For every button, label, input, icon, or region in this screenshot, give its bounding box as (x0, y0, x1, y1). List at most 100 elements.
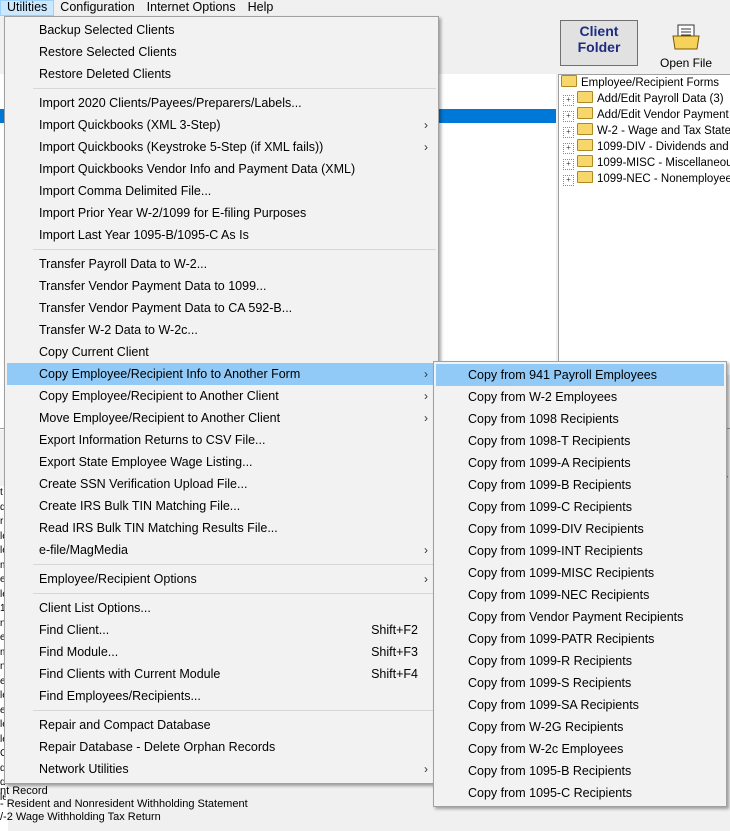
submenu-item-copy-from-1099-a-recipients[interactable]: Copy from 1099-A Recipients (436, 452, 724, 474)
menu-item-find-clients-with-current-module[interactable]: Find Clients with Current Module Shift+F4 (7, 663, 436, 685)
submenu-item-copy-from-1099-s-recipients[interactable]: Copy from 1099-S Recipients (436, 672, 724, 694)
tree-item[interactable]: +1099-NEC - Nonemployee C (563, 171, 730, 187)
menu-item-label: Network Utilities (39, 762, 129, 776)
submenu-item-copy-from-vendor-payment-recipients[interactable]: Copy from Vendor Payment Recipients (436, 606, 724, 628)
menu-item-import-last-year-1095-b-1095-c-as-is[interactable]: Import Last Year 1095-B/1095-C As Is (7, 224, 436, 246)
submenu-item-label: Copy from 1095-C Recipients (468, 786, 632, 800)
menu-item-import-comma-delimited-file[interactable]: Import Comma Delimited File... (7, 180, 436, 202)
submenu-item-copy-from-941-payroll-employees[interactable]: Copy from 941 Payroll Employees (436, 364, 724, 386)
submenu-item-label: Copy from 1099-S Recipients (468, 676, 632, 690)
open-file-label: Open File (659, 56, 713, 70)
bottom-list-item: nt Record (0, 785, 48, 797)
submenu-item-copy-from-1098-recipients[interactable]: Copy from 1098 Recipients (436, 408, 724, 430)
submenu-arrow-icon: › (424, 140, 428, 154)
tree-item[interactable]: + W-2 - Wage and Tax Stater (563, 123, 730, 139)
submenu-item-copy-from-1099-patr-recipients[interactable]: Copy from 1099-PATR Recipients (436, 628, 724, 650)
menu-item-copy-employee-recipient-info-to-another-form[interactable]: Copy Employee/Recipient Info to Another … (7, 363, 436, 385)
menu-item-import-2020-clients-payees-preparers-labels[interactable]: Import 2020 Clients/Payees/Preparers/Lab… (7, 92, 436, 114)
menu-utilities[interactable]: Utilities (0, 0, 55, 16)
submenu-item-copy-from-1099-int-recipients[interactable]: Copy from 1099-INT Recipients (436, 540, 724, 562)
tree-item[interactable]: + Add/Edit Vendor Payment D (563, 107, 730, 123)
menu-item-read-irs-bulk-tin-matching-results-file[interactable]: Read IRS Bulk TIN Matching Results File.… (7, 517, 436, 539)
menu-item-employee-recipient-options[interactable]: Employee/Recipient Options › (7, 568, 436, 590)
submenu-item-copy-from-1099-nec-recipients[interactable]: Copy from 1099-NEC Recipients (436, 584, 724, 606)
submenu-item-copy-from-1099-r-recipients[interactable]: Copy from 1099-R Recipients (436, 650, 724, 672)
submenu-item-copy-from-1099-misc-recipients[interactable]: Copy from 1099-MISC Recipients (436, 562, 724, 584)
menubar: Utilities Configuration Internet Options… (0, 0, 730, 16)
folder-icon (577, 155, 593, 167)
menu-item-create-irs-bulk-tin-matching-file[interactable]: Create IRS Bulk TIN Matching File... (7, 495, 436, 517)
tree-item[interactable]: + Add/Edit Payroll Data (3) (563, 91, 724, 107)
menu-internet-options[interactable]: Internet Options (141, 0, 242, 16)
tree-root[interactable]: Employee/Recipient Forms (561, 75, 719, 91)
submenu-item-copy-from-1099-b-recipients[interactable]: Copy from 1099-B Recipients (436, 474, 724, 496)
menu-item-label: Import Comma Delimited File... (39, 184, 212, 198)
menu-item-label: Import Prior Year W-2/1099 for E-filing … (39, 206, 307, 220)
menu-item-find-employees-recipients[interactable]: Find Employees/Recipients... (7, 685, 436, 707)
client-folder-label-2: Folder (577, 39, 621, 55)
menu-configuration[interactable]: Configuration (54, 0, 140, 16)
menu-item-repair-database-delete-orphan-records[interactable]: Repair Database - Delete Orphan Records (7, 736, 436, 758)
menu-item-find-module[interactable]: Find Module... Shift+F3 (7, 641, 436, 663)
expand-icon[interactable]: + (563, 95, 574, 106)
submenu-item-copy-from-w-2c-employees[interactable]: Copy from W-2c Employees (436, 738, 724, 760)
menu-item-network-utilities[interactable]: Network Utilities › (7, 758, 436, 780)
menu-item-import-quickbooks-vendor-info-and-payment-data-xml[interactable]: Import Quickbooks Vendor Info and Paymen… (7, 158, 436, 180)
menu-item-import-quickbooks-xml-3-step[interactable]: Import Quickbooks (XML 3-Step) › (7, 114, 436, 136)
menu-item-import-prior-year-w-2-1099-for-e-filing-purposes[interactable]: Import Prior Year W-2/1099 for E-filing … (7, 202, 436, 224)
expand-icon[interactable]: + (563, 111, 574, 122)
submenu-item-copy-from-w-2g-recipients[interactable]: Copy from W-2G Recipients (436, 716, 724, 738)
tree-item[interactable]: +1099-DIV - Dividends and D (563, 139, 730, 155)
submenu-item-copy-from-w-2-employees[interactable]: Copy from W-2 Employees (436, 386, 724, 408)
submenu-item-label: Copy from 1099-C Recipients (468, 500, 632, 514)
expand-icon[interactable]: + (563, 127, 574, 138)
menu-help[interactable]: Help (242, 0, 280, 16)
menu-item-copy-employee-recipient-to-another-client[interactable]: Copy Employee/Recipient to Another Clien… (7, 385, 436, 407)
forms-tree[interactable]: Employee/Recipient Forms + Add/Edit Payro… (558, 74, 730, 375)
menu-item-transfer-vendor-payment-data-to-ca-592-b[interactable]: Transfer Vendor Payment Data to CA 592-B… (7, 297, 436, 319)
menu-separator (33, 88, 436, 89)
menu-item-restore-deleted-clients[interactable]: Restore Deleted Clients (7, 63, 436, 85)
menu-item-backup-selected-clients[interactable]: Backup Selected Clients (7, 19, 436, 41)
submenu-arrow-icon: › (424, 367, 428, 381)
submenu-item-copy-from-1098-t-recipients[interactable]: Copy from 1098-T Recipients (436, 430, 724, 452)
menu-item-repair-and-compact-database[interactable]: Repair and Compact Database (7, 714, 436, 736)
menu-item-label: Move Employee/Recipient to Another Clien… (39, 411, 281, 425)
client-folder-label-1: Client (579, 23, 619, 39)
menu-item-e-file-magmedia[interactable]: e-file/MagMedia › (7, 539, 436, 561)
menu-item-label: Import Quickbooks Vendor Info and Paymen… (39, 162, 356, 176)
submenu-item-copy-from-1099-div-recipients[interactable]: Copy from 1099-DIV Recipients (436, 518, 724, 540)
menu-item-label: Copy Employee/Recipient Info to Another … (39, 367, 301, 381)
menu-item-move-employee-recipient-to-another-client[interactable]: Move Employee/Recipient to Another Clien… (7, 407, 436, 429)
submenu-item-copy-from-1095-c-recipients[interactable]: Copy from 1095-C Recipients (436, 782, 724, 804)
menu-item-restore-selected-clients[interactable]: Restore Selected Clients (7, 41, 436, 63)
submenu-item-label: Copy from 1099-R Recipients (468, 654, 632, 668)
submenu-item-copy-from-1099-sa-recipients[interactable]: Copy from 1099-SA Recipients (436, 694, 724, 716)
submenu-item-copy-from-1095-b-recipients[interactable]: Copy from 1095-B Recipients (436, 760, 724, 782)
submenu-item-copy-from-1099-c-recipients[interactable]: Copy from 1099-C Recipients (436, 496, 724, 518)
menu-item-transfer-w-2-data-to-w-2c[interactable]: Transfer W-2 Data to W-2c... (7, 319, 436, 341)
menu-item-transfer-vendor-payment-data-to-1099[interactable]: Transfer Vendor Payment Data to 1099... (7, 275, 436, 297)
expand-icon[interactable]: + (563, 175, 574, 186)
open-file-button[interactable]: Open File (644, 20, 728, 70)
menu-item-label: Find Employees/Recipients... (39, 689, 201, 703)
menu-item-export-information-returns-to-csv-file[interactable]: Export Information Returns to CSV File..… (7, 429, 436, 451)
menu-item-client-list-options[interactable]: Client List Options... (7, 597, 436, 619)
expand-icon[interactable]: + (563, 159, 574, 170)
menu-item-create-ssn-verification-upload-file[interactable]: Create SSN Verification Upload File... (7, 473, 436, 495)
menu-item-label: Client List Options... (39, 601, 151, 615)
utilities-menu: Backup Selected Clients Restore Selected … (4, 16, 439, 784)
submenu-arrow-icon: › (424, 411, 428, 425)
submenu-item-label: Copy from 1099-INT Recipients (468, 544, 643, 558)
submenu-arrow-icon: › (424, 118, 428, 132)
menu-item-import-quickbooks-keystroke-5-step-if-xml-fails[interactable]: Import Quickbooks (Keystroke 5-Step (if … (7, 136, 436, 158)
tree-item[interactable]: +1099-MISC - Miscellaneous (563, 155, 730, 171)
menu-item-shortcut: Shift+F3 (371, 645, 418, 659)
menu-item-export-state-employee-wage-listing[interactable]: Export State Employee Wage Listing... (7, 451, 436, 473)
expand-icon[interactable]: + (563, 143, 574, 154)
menu-item-find-client[interactable]: Find Client... Shift+F2 (7, 619, 436, 641)
client-folder-button[interactable]: Client Folder (560, 20, 638, 66)
menu-item-copy-current-client[interactable]: Copy Current Client (7, 341, 436, 363)
menu-item-transfer-payroll-data-to-w-2[interactable]: Transfer Payroll Data to W-2... (7, 253, 436, 275)
folder-icon (577, 91, 593, 103)
